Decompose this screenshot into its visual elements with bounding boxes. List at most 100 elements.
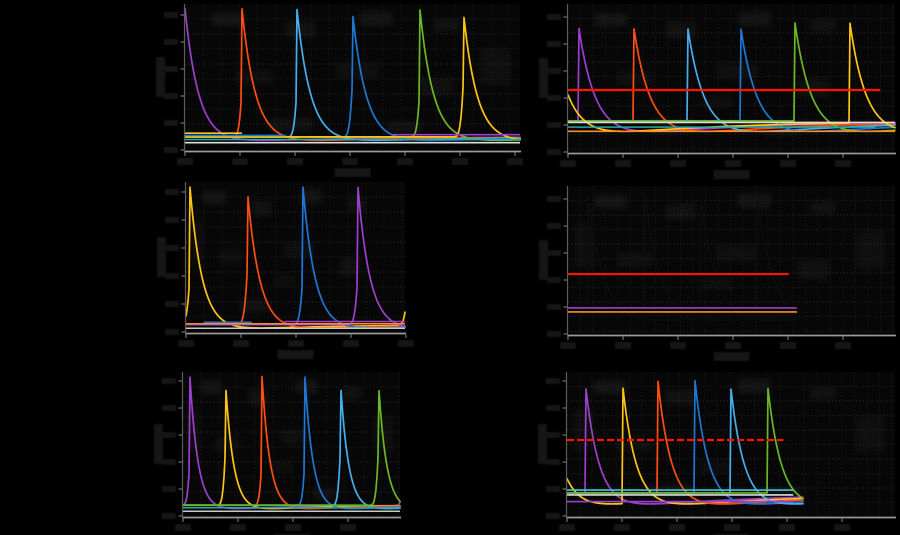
panel-adaptation-middle-right — [539, 186, 896, 361]
noise-blotch — [420, 77, 454, 96]
noise-blotch — [252, 200, 272, 217]
x-tick-label-smudge — [615, 160, 631, 167]
noise-blotch — [594, 13, 627, 26]
x-tick-label-smudge — [288, 340, 304, 347]
x-tick-label-smudge — [178, 340, 194, 347]
noise-blotch — [336, 62, 380, 78]
y-axis-label-smudge — [539, 240, 548, 280]
x-tick-label-smudge — [835, 160, 851, 167]
y-tick-label-smudge — [546, 459, 560, 465]
noise-blotch — [856, 230, 885, 268]
noise-blotch — [810, 386, 836, 399]
y-tick-label-smudge — [547, 14, 561, 20]
y-tick-label-smudge — [162, 486, 176, 492]
panel-membrane-top-left — [156, 4, 523, 177]
y-tick-label-smudge — [165, 245, 179, 251]
y-tick-label-smudge — [165, 273, 179, 279]
x-tick-label-smudge — [725, 160, 741, 167]
y-tick-label-smudge — [547, 149, 561, 155]
noise-blotch — [248, 389, 268, 405]
y-tick-label-smudge — [164, 120, 178, 126]
y-tick-label-smudge — [165, 329, 179, 335]
y-tick-label-smudge — [165, 217, 179, 223]
x-tick-label-smudge — [834, 524, 850, 531]
noise-blotch — [715, 245, 758, 261]
y-tick-label-smudge — [546, 432, 560, 438]
y-tick-label-smudge — [162, 459, 176, 465]
x-tick-label-smudge — [669, 524, 685, 531]
y-tick-label-smudge — [547, 250, 561, 256]
x-tick-label-smudge — [452, 158, 468, 165]
noise-blotch — [810, 19, 836, 32]
noise-blotch — [344, 386, 361, 399]
y-axis-label-smudge — [157, 237, 166, 277]
noise-blotch — [738, 379, 771, 393]
x-tick-label-smudge — [780, 342, 796, 349]
x-tick-label-smudge — [285, 524, 301, 531]
noise-blotch — [665, 389, 695, 405]
x-tick-label-smudge — [398, 340, 414, 347]
y-tick-label-smudge — [546, 378, 560, 384]
x-tick-label-smudge — [340, 524, 356, 531]
y-tick-label-smudge — [547, 331, 561, 337]
y-tick-label-smudge — [547, 196, 561, 202]
noise-blotch — [575, 223, 595, 267]
y-tick-label-smudge — [546, 405, 560, 411]
noise-blotch — [593, 381, 626, 394]
noise-blotch — [797, 78, 830, 97]
y-tick-label-smudge — [164, 39, 178, 45]
x-tick-label-smudge — [615, 342, 631, 349]
x-tick-label-smudge — [560, 160, 576, 167]
x-tick-label-smudge — [779, 524, 795, 531]
panel-membrane-bottom-left — [154, 372, 401, 535]
x-tick-label-smudge — [670, 342, 686, 349]
y-tick-label-smudge — [546, 486, 560, 492]
y-tick-label-smudge — [162, 378, 176, 384]
y-axis-label-smudge — [154, 424, 163, 464]
x-tick-label-smudge — [343, 340, 359, 347]
y-tick-label-smudge — [164, 147, 178, 153]
x-tick-label-smudge — [507, 158, 523, 165]
figure-canvas — [0, 0, 900, 535]
noise-blotch — [574, 408, 594, 451]
y-tick-label-smudge — [547, 122, 561, 128]
noise-blotch — [348, 197, 366, 211]
noise-blotch — [810, 201, 836, 214]
noise-blotch — [617, 71, 653, 86]
panel-membrane-middle-left — [157, 182, 414, 359]
x-axis-label-smudge — [714, 170, 750, 179]
y-tick-label-smudge — [165, 189, 179, 195]
y-tick-label-smudge — [547, 277, 561, 283]
y-tick-label-smudge — [164, 66, 178, 72]
x-tick-label-smudge — [397, 158, 413, 165]
y-tick-label-smudge — [162, 432, 176, 438]
y-axis-label-smudge — [156, 57, 165, 97]
y-tick-label-smudge — [162, 513, 176, 519]
noise-blotch — [698, 461, 731, 473]
x-tick-label-smudge — [177, 158, 193, 165]
y-tick-label-smudge — [547, 223, 561, 229]
noise-blotch — [856, 415, 886, 452]
noise-blotch — [797, 260, 830, 279]
x-tick-label-smudge — [614, 524, 630, 531]
y-tick-label-smudge — [165, 301, 179, 307]
y-tick-label-smudge — [547, 41, 561, 47]
x-tick-label-smudge — [670, 160, 686, 167]
simulation-figure — [0, 0, 900, 535]
y-tick-label-smudge — [162, 405, 176, 411]
x-tick-label-smudge — [287, 158, 303, 165]
x-axis-label-smudge — [714, 352, 750, 361]
x-axis-label-smudge — [278, 350, 314, 359]
y-tick-label-smudge — [547, 95, 561, 101]
x-tick-label-smudge — [560, 342, 576, 349]
x-tick-label-smudge — [175, 524, 191, 531]
y-axis-label-smudge — [539, 58, 548, 98]
x-tick-label-smudge — [780, 160, 796, 167]
noise-blotch — [480, 48, 510, 86]
x-tick-label-smudge — [233, 340, 249, 347]
x-tick-label-smudge — [342, 158, 358, 165]
x-tick-label-smudge — [230, 524, 246, 531]
x-tick-label-smudge — [559, 524, 575, 531]
noise-blotch — [594, 195, 627, 208]
x-tick-label-smudge — [232, 158, 248, 165]
